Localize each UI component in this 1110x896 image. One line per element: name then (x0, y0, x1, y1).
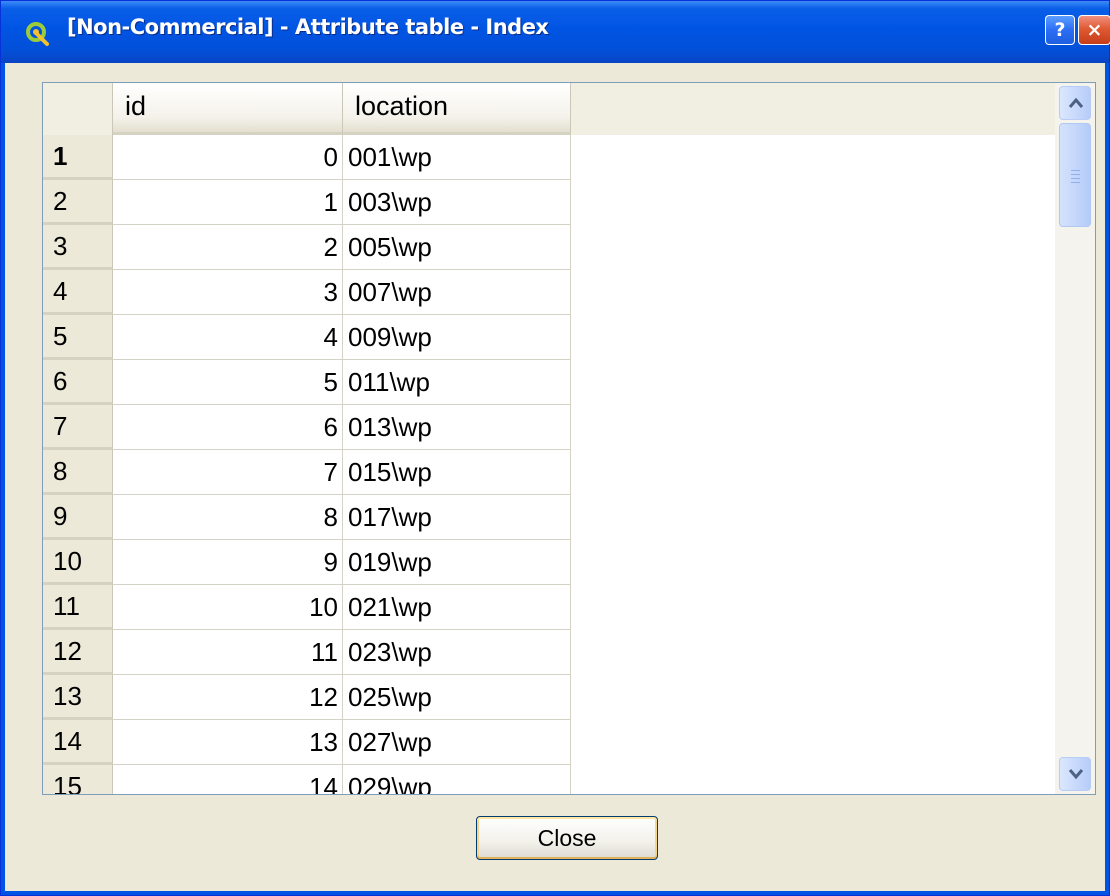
table-row[interactable]: 6 5 011\wp (43, 360, 571, 405)
cell-location[interactable]: 019\wp (343, 540, 571, 585)
cell-location[interactable]: 023\wp (343, 630, 571, 675)
cell-id[interactable]: 6 (113, 405, 343, 450)
cell-location[interactable]: 009\wp (343, 315, 571, 360)
thumb-grip-line (1071, 178, 1080, 179)
chevron-up-icon (1068, 97, 1084, 108)
help-button[interactable]: ? (1045, 15, 1075, 45)
table-row[interactable]: 12 11 023\wp (43, 630, 571, 675)
row-header[interactable]: 10 (43, 540, 113, 585)
window-close-button[interactable]: × (1078, 15, 1110, 45)
scroll-up-button[interactable] (1059, 86, 1091, 120)
cell-location[interactable]: 005\wp (343, 225, 571, 270)
row-header[interactable]: 15 (43, 765, 113, 794)
table-row[interactable]: 9 8 017\wp (43, 495, 571, 540)
column-header-id[interactable]: id (113, 83, 343, 135)
vertical-scrollbar[interactable] (1055, 83, 1095, 794)
table-corner-button[interactable] (43, 83, 113, 135)
row-header[interactable]: 5 (43, 315, 113, 360)
row-header[interactable]: 13 (43, 675, 113, 720)
cell-id[interactable]: 5 (113, 360, 343, 405)
cell-location[interactable]: 001\wp (343, 135, 571, 180)
scroll-thumb[interactable] (1059, 123, 1091, 227)
table-row[interactable]: 13 12 025\wp (43, 675, 571, 720)
row-header[interactable]: 7 (43, 405, 113, 450)
table-row[interactable]: 3 2 005\wp (43, 225, 571, 270)
table-row[interactable]: 2 1 003\wp (43, 180, 571, 225)
attribute-table[interactable]: id location 1 0 001\wp 2 1 003\wp 3 2 005\wp 4 3 00… (42, 82, 1096, 795)
cell-location[interactable]: 017\wp (343, 495, 571, 540)
scroll-down-button[interactable] (1059, 757, 1091, 791)
title-bar[interactable]: [Non-Commercial] - Attribute table - Ind… (1, 1, 1110, 63)
cell-location[interactable]: 013\wp (343, 405, 571, 450)
table-row[interactable]: 14 13 027\wp (43, 720, 571, 765)
row-header[interactable]: 8 (43, 450, 113, 495)
table-row[interactable]: 5 4 009\wp (43, 315, 571, 360)
cell-id[interactable]: 8 (113, 495, 343, 540)
row-header[interactable]: 3 (43, 225, 113, 270)
thumb-grip-line (1071, 174, 1080, 175)
row-header[interactable]: 6 (43, 360, 113, 405)
cell-id[interactable]: 7 (113, 450, 343, 495)
cell-location[interactable]: 003\wp (343, 180, 571, 225)
cell-id[interactable]: 2 (113, 225, 343, 270)
window-title: [Non-Commercial] - Attribute table - Ind… (67, 15, 549, 39)
table-row[interactable]: 7 6 013\wp (43, 405, 571, 450)
header-empty-area (571, 83, 1055, 135)
attribute-table-window: [Non-Commercial] - Attribute table - Ind… (0, 0, 1110, 896)
qgis-icon (26, 22, 49, 46)
cell-location[interactable]: 029\wp (343, 765, 571, 794)
dialog-body: id location 1 0 001\wp 2 1 003\wp 3 2 005\wp 4 3 00… (5, 63, 1105, 891)
cell-id[interactable]: 3 (113, 270, 343, 315)
cell-id[interactable]: 1 (113, 180, 343, 225)
cell-id[interactable]: 10 (113, 585, 343, 630)
row-header[interactable]: 1 (43, 135, 113, 180)
thumb-grip-line (1071, 170, 1080, 171)
cell-location[interactable]: 007\wp (343, 270, 571, 315)
chevron-down-icon (1068, 769, 1084, 780)
cell-id[interactable]: 0 (113, 135, 343, 180)
column-header-location[interactable]: location (343, 83, 571, 135)
thumb-grip-line (1071, 182, 1080, 183)
cell-id[interactable]: 11 (113, 630, 343, 675)
table-row[interactable]: 10 9 019\wp (43, 540, 571, 585)
cell-id[interactable]: 4 (113, 315, 343, 360)
table-row[interactable]: 8 7 015\wp (43, 450, 571, 495)
cell-location[interactable]: 011\wp (343, 360, 571, 405)
row-header[interactable]: 2 (43, 180, 113, 225)
row-header[interactable]: 11 (43, 585, 113, 630)
cell-id[interactable]: 9 (113, 540, 343, 585)
table-row[interactable]: 15 14 029\wp (43, 765, 571, 794)
table-row[interactable]: 11 10 021\wp (43, 585, 571, 630)
table-row[interactable]: 4 3 007\wp (43, 270, 571, 315)
cell-id[interactable]: 12 (113, 675, 343, 720)
cell-location[interactable]: 025\wp (343, 675, 571, 720)
cell-location[interactable]: 027\wp (343, 720, 571, 765)
cell-location[interactable]: 015\wp (343, 450, 571, 495)
cell-location[interactable]: 021\wp (343, 585, 571, 630)
cell-id[interactable]: 14 (113, 765, 343, 794)
row-header[interactable]: 12 (43, 630, 113, 675)
row-header[interactable]: 14 (43, 720, 113, 765)
row-header[interactable]: 4 (43, 270, 113, 315)
cell-id[interactable]: 13 (113, 720, 343, 765)
close-button[interactable]: Close (476, 816, 658, 860)
table-row[interactable]: 1 0 001\wp (43, 135, 571, 180)
row-header[interactable]: 9 (43, 495, 113, 540)
